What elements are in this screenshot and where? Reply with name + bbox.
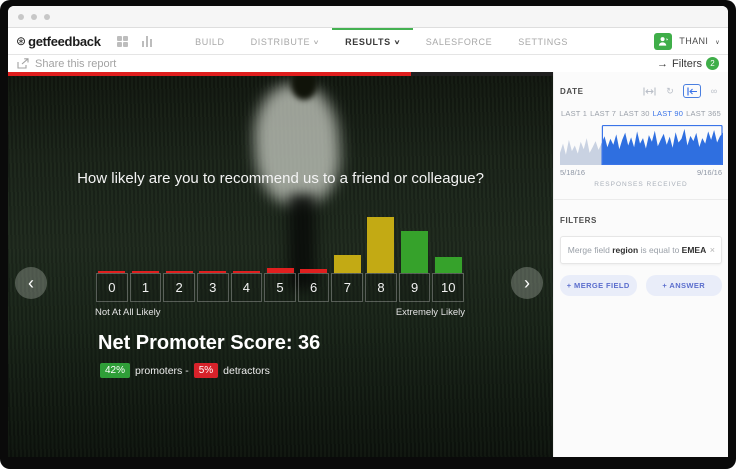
getfeedback-logo[interactable]: ⊛ getfeedback <box>16 28 101 54</box>
photo-person-figure <box>250 81 344 207</box>
date-range-presets: LAST 1 LAST 7 LAST 30 LAST 90 LAST 365 <box>560 109 722 118</box>
range-end-date: 9/16/16 <box>696 168 722 177</box>
user-menu[interactable]: THANI ∨ <box>679 36 720 46</box>
nav-item-settings[interactable]: SETTINGS <box>505 28 581 54</box>
top-navbar: ⊛ getfeedback BUILD DISTRIBUTE ∨ RESULTS ∨ SA… <box>8 28 728 55</box>
filter-field: region <box>612 245 639 255</box>
next-question-button[interactable]: › <box>511 267 543 299</box>
add-merge-field-button[interactable]: + MERGE FIELD <box>560 275 637 296</box>
range-last-30[interactable]: LAST 30 <box>619 109 649 118</box>
window-close-button[interactable] <box>18 13 24 20</box>
scale-right-label: Extremely Likely <box>395 307 465 318</box>
filter-value: EMEA <box>681 245 707 255</box>
logo-asterisk-icon: ⊛ <box>16 34 27 48</box>
range-last-365[interactable]: LAST 365 <box>686 109 721 118</box>
chevron-left-icon: ‹ <box>28 272 34 293</box>
share-report-label: Share this report <box>35 57 117 70</box>
nps-cell-5: 5 <box>264 273 296 302</box>
range-last-1[interactable]: LAST 1 <box>561 109 587 118</box>
dashboard-grid-icon[interactable] <box>116 35 128 47</box>
filters-count-badge: 2 <box>706 57 719 70</box>
range-last-90[interactable]: LAST 90 <box>653 109 683 118</box>
user-icon <box>658 36 668 46</box>
bar-chart-icon[interactable] <box>141 35 153 47</box>
filters-toggle[interactable]: → Filters 2 <box>657 57 719 70</box>
expand-range-icon[interactable] <box>641 84 657 98</box>
share-icon <box>17 58 29 69</box>
nps-cell-10: 10 <box>432 273 465 302</box>
nps-cell-7: 7 <box>331 273 364 302</box>
nps-bar-7 <box>333 255 361 273</box>
chevron-down-icon: ∨ <box>312 39 321 46</box>
nps-bar-9 <box>401 231 429 273</box>
survey-question: How likely are you to recommend us to a … <box>77 170 484 187</box>
chevron-down-icon: ∨ <box>715 40 720 46</box>
share-report-button[interactable]: Share this report <box>17 58 116 70</box>
sidebar-divider <box>554 199 728 200</box>
nps-scale-cells: 0 1 2 3 4 5 6 7 8 9 10 <box>95 273 465 302</box>
logo-wordmark: getfeedback <box>28 33 101 49</box>
detractors-label: detractors <box>223 364 270 377</box>
range-last-7[interactable]: LAST 7 <box>590 109 616 118</box>
nps-bar-8 <box>367 217 395 273</box>
snap-to-end-icon[interactable] <box>683 84 701 98</box>
nav-item-build[interactable]: BUILD <box>182 28 238 54</box>
previous-question-button[interactable]: ‹ <box>15 267 47 299</box>
nps-breakdown: 42% promoters - 5% detractors <box>100 363 270 378</box>
responses-sparkline <box>560 124 723 166</box>
main-nav: BUILD DISTRIBUTE ∨ RESULTS ∨ SALESFORCE SETTIN… <box>182 28 581 54</box>
filters-section-heading: FILTERS <box>560 216 597 225</box>
window-minimize-button[interactable] <box>31 13 37 20</box>
filters-sidebar: DATE ↻ ∞ LAST 1 LAST 7 LAST 30 LAST 90 LAST … <box>553 72 728 457</box>
nps-cell-3: 3 <box>196 273 229 302</box>
window-titlebar <box>8 6 728 28</box>
nps-cell-1: 1 <box>129 273 162 302</box>
promoters-badge: 42% <box>100 363 131 378</box>
nav-item-distribute[interactable]: DISTRIBUTE ∨ <box>238 28 333 54</box>
promoters-label: promoters - <box>135 364 189 377</box>
survey-progress-fill <box>8 72 412 76</box>
nps-cell-0: 0 <box>96 273 128 302</box>
nps-score-title: Net Promoter Score: 36 <box>98 332 321 354</box>
nps-bar-chart <box>95 217 465 273</box>
arrow-right-icon: → <box>657 57 669 70</box>
all-time-icon[interactable]: ∞ <box>706 84 722 98</box>
filters-label: Filters <box>672 57 702 70</box>
add-answer-button[interactable]: + ANSWER <box>645 275 722 296</box>
nav-item-salesforce[interactable]: SALESFORCE <box>413 28 506 54</box>
nps-cell-9: 9 <box>398 273 431 302</box>
window-content: ⊛ getfeedback BUILD DISTRIBUTE ∨ RESULTS ∨ SA… <box>8 6 728 457</box>
remove-filter-icon[interactable]: × <box>710 245 715 255</box>
chevron-down-icon: ∨ <box>393 39 401 46</box>
nav-item-results[interactable]: RESULTS ∨ <box>332 28 413 54</box>
nps-cell-4: 4 <box>230 273 263 302</box>
nps-cell-2: 2 <box>163 273 195 302</box>
survey-preview: How likely are you to recommend us to a … <box>8 72 553 457</box>
sparkline-caption: RESPONSES RECEIVED <box>594 181 688 188</box>
user-avatar-button[interactable] <box>654 32 673 50</box>
detractors-badge: 5% <box>193 363 219 378</box>
chevron-right-icon: › <box>524 272 530 293</box>
nps-scale: 0 1 2 3 4 5 6 7 8 9 10 Not At All Likely Extremely… <box>95 217 465 318</box>
active-filter-rule: Merge field region is equal to EMEA × <box>560 236 722 264</box>
nps-bar-10 <box>434 257 462 273</box>
date-section-heading: DATE <box>560 86 584 96</box>
nps-cell-8: 8 <box>365 273 397 302</box>
range-start-date: 5/18/16 <box>560 168 586 177</box>
reset-range-icon[interactable]: ↻ <box>662 84 678 98</box>
app-window: ⊛ getfeedback BUILD DISTRIBUTE ∨ RESULTS ∨ SA… <box>0 0 736 469</box>
survey-progress-bar <box>8 72 553 76</box>
report-toolbar: Share this report → Filters 2 <box>8 55 728 72</box>
scale-left-label: Not At All Likely <box>95 307 161 318</box>
nps-cell-6: 6 <box>297 273 330 302</box>
window-maximize-button[interactable] <box>44 13 50 20</box>
